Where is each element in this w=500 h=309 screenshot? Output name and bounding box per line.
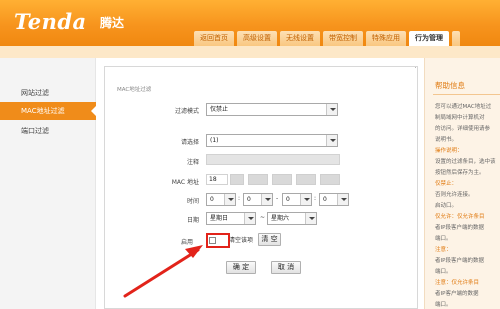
chevron-down-icon <box>261 194 272 205</box>
tab-special-apps[interactable]: 特殊应用 <box>366 31 406 46</box>
enable-row: 启用 清空该项 清 空 <box>105 233 419 248</box>
chevron-down-icon <box>305 213 316 224</box>
tab-advanced[interactable]: 高级设置 <box>237 31 277 46</box>
chevron-down-icon <box>326 135 337 146</box>
tenda-logo: Tenda <box>14 9 87 34</box>
top-header: Tenda 腾达 返回首页 高级设置 无线设置 带宽控制 特殊应用 行为管理 <box>0 0 500 47</box>
filter-mode-row: 过滤模式 仅禁止 <box>105 103 419 117</box>
sidebar-item-port-filter[interactable]: 端口过滤 <box>0 122 96 140</box>
filter-mode-value: 仅禁止 <box>210 106 229 113</box>
help-text-line: 操作说明： <box>435 148 463 154</box>
active-pointer-icon <box>91 106 96 116</box>
enable-label: 启用 <box>180 239 193 246</box>
tab-behavior-management[interactable]: 行为管理 <box>409 31 449 47</box>
filter-mode-select[interactable]: 仅禁止 <box>206 103 338 116</box>
date-from-value: 星期日 <box>210 215 229 222</box>
help-text-line: 制局域网中计算机对 <box>435 115 485 121</box>
mac-octet-5-input[interactable] <box>296 174 316 185</box>
time-colon: : <box>238 195 241 202</box>
time-start-minute-value: 0 <box>247 196 251 203</box>
help-text-line: 注意： <box>435 247 452 253</box>
sidebar-item-mac-filter[interactable]: MAC地址过滤 <box>0 102 96 120</box>
chevron-down-icon <box>337 194 348 205</box>
sub-header-strip <box>0 46 500 58</box>
help-text-line: 者IP客户端的数据 <box>435 291 479 297</box>
date-to-select[interactable]: 星期六 <box>267 212 317 225</box>
chevron-down-icon <box>300 194 311 205</box>
help-text-line: 端口。 <box>435 302 452 308</box>
time-label: 时间 <box>186 198 199 205</box>
sidebar-item-label: MAC地址过滤 <box>21 107 65 115</box>
help-text-line: 者IP段客户端的数据 <box>435 258 484 264</box>
cancel-button[interactable]: 取 消 <box>271 261 301 274</box>
sidebar-item-website-filter[interactable]: 网站过滤 <box>0 84 96 102</box>
mac-octet-3-input[interactable] <box>248 174 268 185</box>
time-end-hour-value: 0 <box>286 196 290 203</box>
help-text-line: 仅允许：仅允许条目 <box>435 214 485 220</box>
help-text-line: 者IP段客户端的数据 <box>435 225 484 231</box>
time-end-hour-select[interactable]: 0 <box>282 193 312 206</box>
note-label: 注释 <box>186 159 199 166</box>
note-row: 注释 <box>105 154 419 168</box>
rule-select-row: 请选择 (1) <box>105 134 419 148</box>
help-text-line: 仅禁止： <box>435 181 458 187</box>
time-row: 时间 0 : 0 - 0 : 0 <box>105 193 419 207</box>
date-label: 日期 <box>186 217 199 224</box>
mac-octet-1-input[interactable]: 18 <box>206 174 228 185</box>
help-title: 帮助信息 <box>435 81 465 90</box>
help-text-line: 端口。 <box>435 236 452 242</box>
panel-corner-dot <box>415 67 416 68</box>
help-text-line: 启动口。 <box>435 203 458 209</box>
sidebar-item-label: 网站过滤 <box>21 89 49 97</box>
chevron-down-icon <box>244 213 255 224</box>
help-text-line: 的访问。详细使用请参 <box>435 126 491 132</box>
help-text-line: 注意：仅允许条目 <box>435 280 480 286</box>
time-start-minute-select[interactable]: 0 <box>243 193 273 206</box>
main-nav-tabs: 返回首页 高级设置 无线设置 带宽控制 特殊应用 行为管理 <box>194 31 460 47</box>
help-divider <box>433 94 500 95</box>
time-dash: - <box>276 195 279 202</box>
help-text-line: 说明书。 <box>435 137 458 143</box>
mac-octet-6-input[interactable] <box>320 174 340 185</box>
clear-button[interactable]: 清 空 <box>258 233 281 246</box>
help-panel: 帮助信息 您可以通过MAC地址过 制局域网中计算机对 的访问。详细使用请参 说明书。操… <box>424 58 500 309</box>
mac-octet-2-input[interactable] <box>230 174 244 185</box>
mac-filter-panel: MAC地址过滤 过滤模式 仅禁止 请选择 (1) 注释 MAC 地址 18 时间… <box>104 66 418 309</box>
help-text-line: 否则允许连接。 <box>435 192 474 198</box>
help-text-line: 按钮然后保存为主。 <box>435 170 485 176</box>
rule-select[interactable]: (1) <box>206 134 338 147</box>
panel-title: MAC地址过滤 <box>117 87 152 93</box>
help-text-line: 您可以通过MAC地址过 <box>435 104 492 110</box>
time-start-hour-value: 0 <box>210 196 214 203</box>
date-tilde: ~ <box>260 214 266 221</box>
help-text-line: 设置的过滤条目，选中该 <box>435 159 496 165</box>
chevron-down-icon <box>326 104 337 115</box>
tab-bandwidth[interactable]: 带宽控制 <box>323 31 363 46</box>
tenda-logo-cn: 腾达 <box>100 16 125 30</box>
time-colon: : <box>314 195 317 202</box>
left-sidebar: 网站过滤 MAC地址过滤 端口过滤 <box>0 58 96 309</box>
ok-button[interactable]: 确 定 <box>226 261 256 274</box>
time-end-minute-value: 0 <box>323 196 327 203</box>
rule-select-label: 请选择 <box>180 139 199 146</box>
clear-label: 清空该项 <box>229 237 254 244</box>
filter-mode-label: 过滤模式 <box>174 108 199 115</box>
mac-row: MAC 地址 18 <box>105 174 419 188</box>
sidebar-item-label: 端口过滤 <box>21 127 49 135</box>
tab-wireless[interactable]: 无线设置 <box>280 31 320 46</box>
date-row: 日期 星期日 ~ 星期六 <box>105 212 419 226</box>
time-start-hour-select[interactable]: 0 <box>206 193 236 206</box>
help-text-line: 端口。 <box>435 269 452 275</box>
mac-octet-4-input[interactable] <box>272 174 292 185</box>
date-from-select[interactable]: 星期日 <box>206 212 256 225</box>
date-to-value: 星期六 <box>271 215 290 222</box>
mac-label: MAC 地址 <box>171 179 199 186</box>
tab-overflow[interactable] <box>452 31 460 46</box>
tab-home[interactable]: 返回首页 <box>194 31 234 46</box>
note-input[interactable] <box>206 154 340 165</box>
time-end-minute-select[interactable]: 0 <box>319 193 349 206</box>
highlight-box <box>206 233 230 248</box>
chevron-down-icon <box>224 194 235 205</box>
rule-select-value: (1) <box>210 137 219 144</box>
